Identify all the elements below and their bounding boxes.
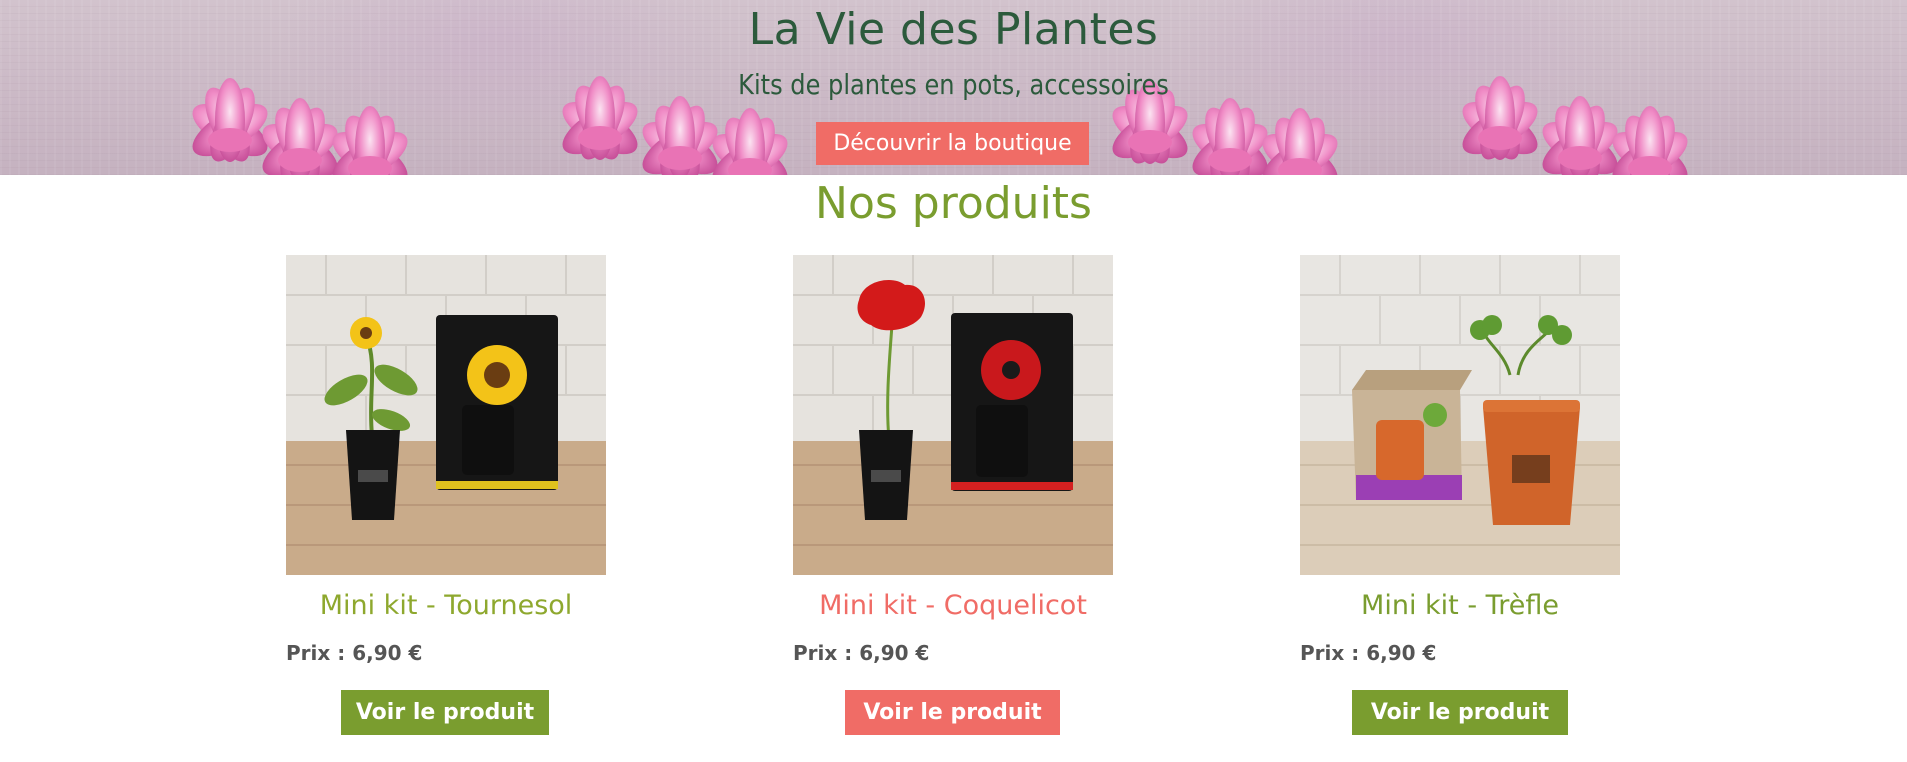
view-product-button-tournesol[interactable]: Voir le produit	[341, 690, 549, 735]
product-card-tournesol: Mini kit - Tournesol Prix : 6,90 € Voir …	[286, 255, 606, 755]
product-price-tournesol: Prix : 6,90 €	[286, 641, 423, 665]
product-card-coquelicot: Mini kit - Coquelicot Prix : 6,90 € Voir…	[793, 255, 1113, 755]
discover-shop-button[interactable]: Découvrir la boutique	[816, 122, 1089, 165]
product-price-trefle: Prix : 6,90 €	[1300, 641, 1437, 665]
site-title: La Vie des Plantes	[748, 4, 1159, 55]
product-name-coquelicot[interactable]: Mini kit - Coquelicot	[793, 590, 1113, 621]
products-section-title: Nos produits	[815, 178, 1092, 229]
hero-content: La Vie des Plantes Kits de plantes en po…	[0, 0, 1907, 175]
sunflower-kit-photo[interactable]	[286, 255, 606, 575]
site-subtitle: Kits de plantes en pots, accessoires	[738, 68, 1169, 101]
product-name-tournesol[interactable]: Mini kit - Tournesol	[286, 590, 606, 621]
product-price-coquelicot: Prix : 6,90 €	[793, 641, 930, 665]
view-product-button-coquelicot[interactable]: Voir le produit	[845, 690, 1060, 735]
product-card-trefle: Mini kit - Trèfle Prix : 6,90 € Voir le …	[1300, 255, 1620, 755]
product-name-trefle[interactable]: Mini kit - Trèfle	[1300, 590, 1620, 621]
hero-banner: La Vie des Plantes Kits de plantes en po…	[0, 0, 1907, 175]
view-product-button-trefle[interactable]: Voir le produit	[1352, 690, 1568, 735]
poppy-kit-photo[interactable]	[793, 255, 1113, 575]
clover-kit-photo[interactable]	[1300, 255, 1620, 575]
